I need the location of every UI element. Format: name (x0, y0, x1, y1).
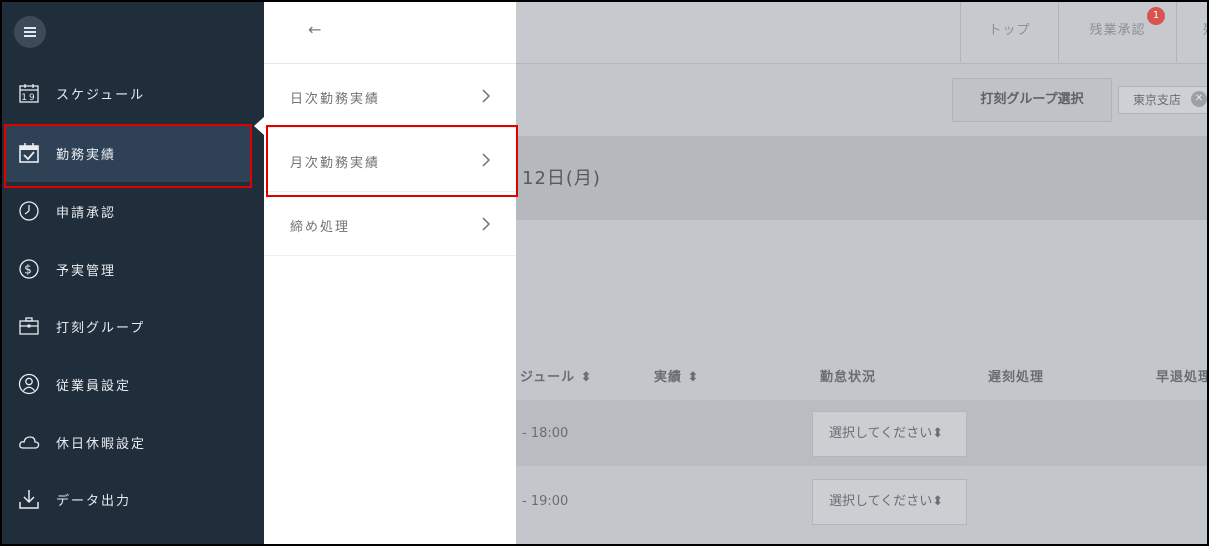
submenu-pointer (254, 117, 264, 135)
group-select-button[interactable]: 打刻グループ選択 (952, 78, 1112, 122)
menu-icon[interactable] (14, 16, 46, 48)
app-window: トップ 残業承認 1 残 打刻グループ選択 東京支店 ✕ 12日(月) ジュール… (0, 0, 1209, 546)
topnav-overflow-label: 残 (1203, 23, 1207, 38)
sidebar-item-budget[interactable]: $ 予実管理 (4, 240, 250, 298)
submenu-item-daily-results[interactable]: 日次勤務実績 (264, 64, 516, 128)
notification-badge: 1 (1147, 7, 1165, 25)
sidebar-item-label: 勤務実績 (56, 148, 117, 163)
sidebar-item-data-export[interactable]: データ出力 (4, 470, 250, 528)
submenu-item-label: 月次勤務実績 (290, 156, 381, 171)
user-icon (18, 373, 40, 395)
svg-text:$: $ (24, 263, 34, 277)
col-header-late: 遅刻処理 (988, 370, 1045, 385)
time-cell: - 18:00 (522, 426, 569, 441)
clock-icon (19, 201, 39, 221)
topnav-overtime-approval[interactable]: 残業承認 1 (1058, 2, 1176, 62)
chevron-right-icon (482, 217, 491, 231)
time-cell: - 19:00 (522, 494, 569, 509)
sidebar-item-label: 予実管理 (56, 264, 117, 279)
dollar-icon: $ (19, 259, 39, 279)
sidebar-item-work-results[interactable]: 勤務実績 (4, 124, 250, 182)
topnav-overflow[interactable]: 残 (1176, 2, 1207, 62)
topnav-top[interactable]: トップ (960, 2, 1058, 62)
cloud-icon (19, 436, 40, 449)
chevron-right-icon (482, 153, 491, 167)
submenu-panel: ← 日次勤務実績 月次勤務実績 締め処理 (264, 2, 516, 544)
status-select[interactable]: 選択してください⬍ (812, 411, 967, 457)
sidebar-item-label: 休日休暇設定 (56, 437, 147, 452)
col-header-attendance-status: 勤怠状況 (820, 370, 877, 385)
col-header-actual[interactable]: 実績 ⬍ (654, 366, 699, 385)
calendar-check-icon (19, 143, 39, 163)
sidebar-item-holiday-settings[interactable]: 休日休暇設定 (4, 413, 250, 471)
sidebar-item-punch-group[interactable]: 打刻グループ (4, 297, 250, 355)
sidebar-item-employee-settings[interactable]: 従業員設定 (4, 355, 250, 413)
submenu-item-closing[interactable]: 締め処理 (264, 192, 516, 256)
date-title: 12日(月) (522, 168, 601, 189)
sidebar-item-label: データ出力 (56, 494, 132, 509)
sidebar-item-schedule[interactable]: 19 スケジュール (4, 64, 250, 122)
back-arrow-icon[interactable]: ← (308, 20, 321, 39)
sidebar-item-label: スケジュール (56, 88, 146, 103)
submenu-item-label: 日次勤務実績 (290, 92, 381, 107)
briefcase-icon (19, 317, 39, 335)
col-header-early-leave: 早退処理 (1156, 370, 1209, 385)
topnav-top-label: トップ (988, 23, 1031, 38)
submenu-back-row[interactable]: ← (264, 2, 516, 64)
svg-text:19: 19 (21, 93, 36, 103)
sidebar-item-label: 従業員設定 (56, 379, 132, 394)
status-select[interactable]: 選択してください⬍ (812, 479, 967, 525)
sidebar: 19 スケジュール 勤務実績 申請承認 $ 予実管理 打刻グループ 従業員設定 … (2, 2, 264, 544)
sidebar-item-label: 打刻グループ (56, 321, 146, 336)
submenu-item-label: 締め処理 (290, 220, 351, 235)
col-header-schedule[interactable]: ジュール ⬍ (520, 366, 593, 385)
sidebar-item-label: 申請承認 (56, 206, 117, 221)
submenu-item-monthly-results[interactable]: 月次勤務実績 (264, 128, 516, 192)
chip-remove-icon[interactable]: ✕ (1191, 91, 1207, 107)
calendar-19-icon: 19 (19, 84, 39, 103)
chevron-right-icon (482, 89, 491, 103)
download-icon (19, 490, 39, 509)
sidebar-item-approvals[interactable]: 申請承認 (4, 182, 250, 240)
topnav-overtime-label: 残業承認 (1089, 23, 1146, 38)
